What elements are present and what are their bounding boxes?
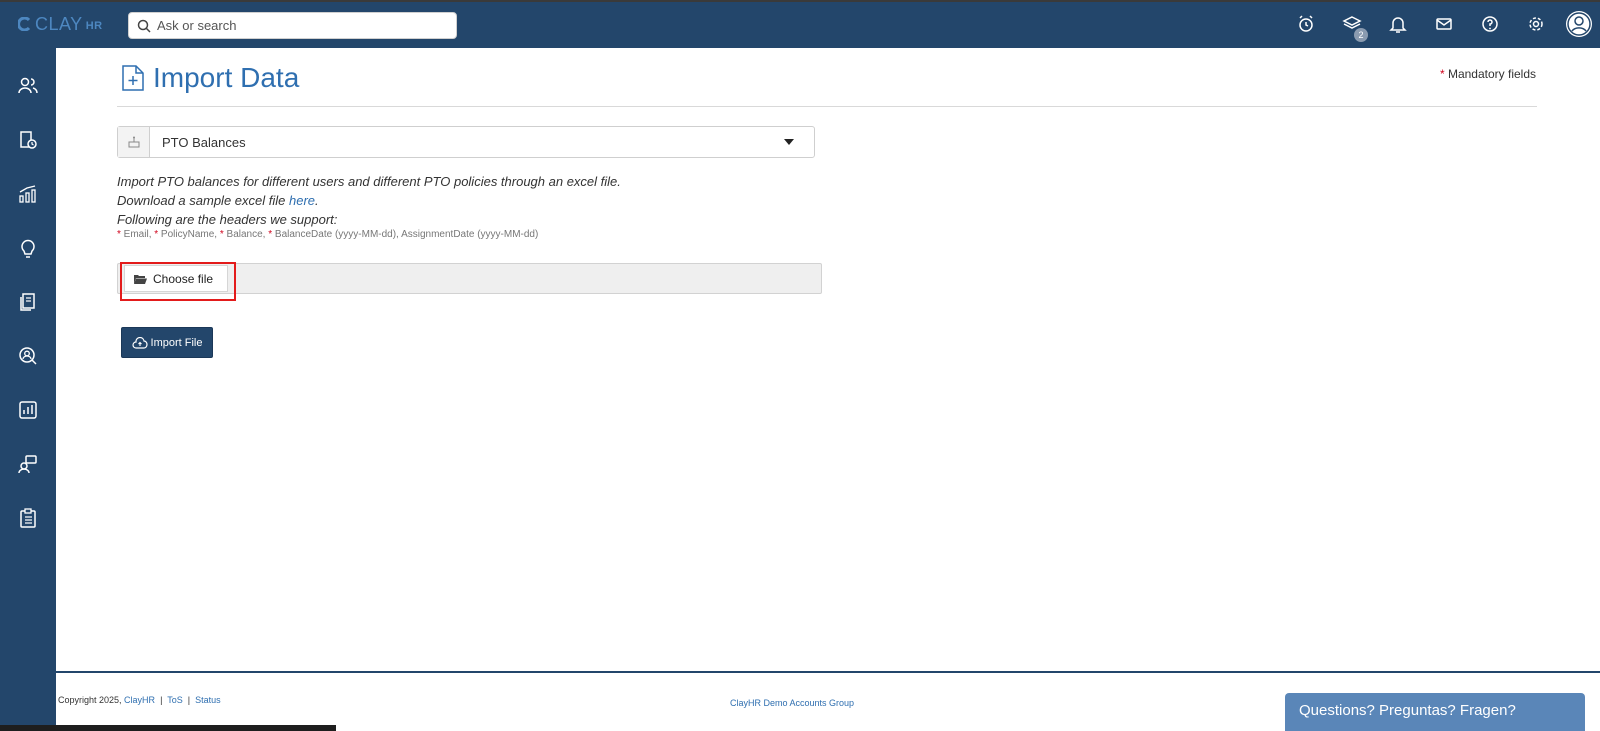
chat-widget-button[interactable]: Questions? Preguntas? Fragen? bbox=[1285, 693, 1585, 731]
search-icon bbox=[137, 19, 151, 33]
footer-links: Copyright 2025, ClayHR | ToS | Status bbox=[58, 695, 221, 705]
layers-count-badge: 2 bbox=[1354, 28, 1368, 42]
page-header: Import Data bbox=[121, 62, 299, 94]
header-optional-fields: BalanceDate (yyyy-MM-dd), AssignmentDate… bbox=[272, 229, 539, 240]
footer-separator: | bbox=[187, 695, 191, 705]
taskbar-strip bbox=[0, 725, 336, 731]
user-avatar-icon[interactable] bbox=[1566, 11, 1592, 37]
header-email: Email, bbox=[120, 229, 155, 240]
tos-link[interactable]: ToS bbox=[167, 695, 183, 705]
gear-icon[interactable] bbox=[1524, 12, 1548, 36]
import-type-select[interactable]: PTO Balances bbox=[117, 126, 815, 158]
import-file-button[interactable]: Import File bbox=[121, 327, 213, 358]
logo-mark-icon bbox=[18, 17, 31, 31]
description-line-1: Import PTO balances for different users … bbox=[117, 174, 621, 189]
folder-open-icon bbox=[134, 274, 147, 284]
footer-divider bbox=[56, 671, 1600, 673]
bell-icon[interactable] bbox=[1386, 12, 1410, 36]
import-type-value: PTO Balances bbox=[162, 134, 246, 150]
mandatory-fields-label: Mandatory fields bbox=[1447, 67, 1536, 81]
mail-icon[interactable] bbox=[1432, 12, 1456, 36]
search-user-icon[interactable] bbox=[16, 344, 40, 368]
page-title: Import Data bbox=[153, 62, 300, 93]
users-icon[interactable] bbox=[16, 74, 40, 98]
cake-icon bbox=[128, 136, 139, 148]
clayhr-logo[interactable]: CLAY HR bbox=[18, 14, 103, 34]
chevron-down-icon[interactable] bbox=[784, 139, 794, 145]
download-prefix: Download a sample excel file bbox=[117, 193, 289, 208]
alarm-clock-icon[interactable] bbox=[1294, 12, 1318, 36]
header-policy: PolicyName, bbox=[158, 229, 220, 240]
mandatory-fields-note: * Mandatory fields bbox=[1440, 67, 1536, 81]
clipboard-icon[interactable] bbox=[16, 506, 40, 530]
search-input[interactable] bbox=[157, 18, 437, 33]
supported-headers: * Email, * PolicyName, * Balance, * Bala… bbox=[117, 229, 538, 240]
status-link[interactable]: Status bbox=[195, 695, 221, 705]
logo-text: CLAY bbox=[35, 13, 83, 34]
header-balance: Balance, bbox=[223, 229, 269, 240]
document-clock-icon[interactable] bbox=[16, 128, 40, 152]
copyright-text: Copyright 2025, bbox=[58, 695, 125, 705]
description-line-2: Download a sample excel file here. bbox=[117, 191, 621, 210]
account-group-link[interactable]: ClayHR Demo Accounts Group bbox=[730, 698, 854, 708]
left-sidebar bbox=[0, 48, 56, 731]
analytics-icon[interactable] bbox=[16, 182, 40, 206]
select-addon bbox=[118, 127, 150, 157]
cloud-upload-icon bbox=[131, 336, 148, 349]
required-star: * bbox=[1439, 67, 1445, 81]
support-icon[interactable] bbox=[16, 452, 40, 476]
global-search-box[interactable] bbox=[128, 12, 457, 39]
top-navigation-bar: CLAY HR 2 bbox=[0, 0, 1600, 48]
choose-file-label: Choose file bbox=[153, 271, 214, 286]
report-icon[interactable] bbox=[16, 398, 40, 422]
import-description: Import PTO balances for different users … bbox=[117, 172, 621, 229]
description-line-3: Following are the headers we support: bbox=[117, 212, 338, 227]
import-file-label: Import File bbox=[150, 336, 203, 349]
footer-separator: | bbox=[160, 695, 163, 705]
lightbulb-icon[interactable] bbox=[16, 236, 40, 260]
choose-file-button[interactable]: Choose file bbox=[124, 265, 228, 292]
logo-suffix: HR bbox=[85, 20, 103, 32]
header-divider bbox=[117, 106, 1537, 107]
import-document-icon bbox=[122, 65, 144, 91]
company-link[interactable]: ClayHR bbox=[124, 695, 155, 705]
documents-icon[interactable] bbox=[16, 290, 40, 314]
top-edge bbox=[0, 0, 1600, 2]
sample-file-link[interactable]: here bbox=[289, 193, 315, 208]
help-icon[interactable] bbox=[1478, 12, 1502, 36]
download-suffix: . bbox=[315, 193, 319, 208]
